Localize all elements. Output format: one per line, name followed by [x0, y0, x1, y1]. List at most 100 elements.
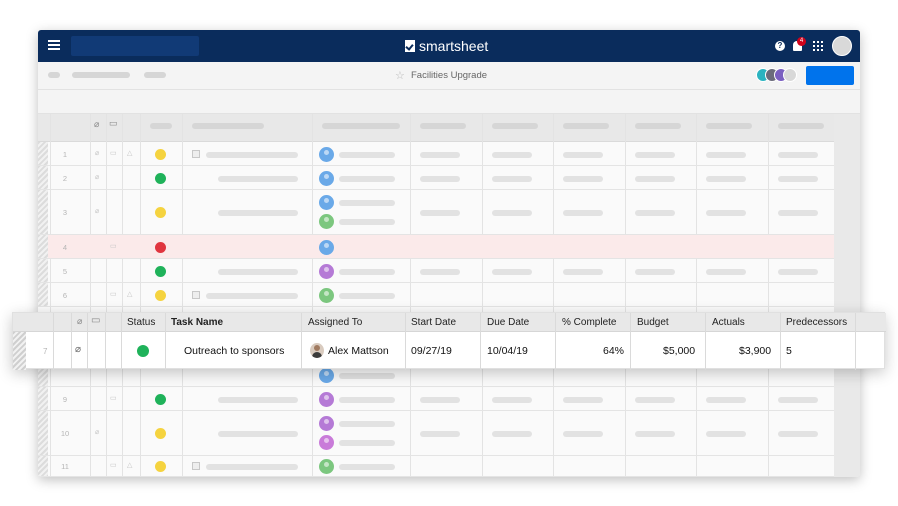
assignee-avatar: [319, 214, 334, 229]
column-header-start-date[interactable]: Start Date: [411, 317, 456, 328]
top-navigation-bar: smartsheet ? 4: [38, 30, 860, 62]
assignee-avatar: [319, 435, 334, 450]
budget-cell[interactable]: $5,000: [663, 345, 695, 357]
start-date-cell[interactable]: 09/27/19: [411, 345, 452, 357]
column-header-task-name[interactable]: Task Name: [171, 317, 223, 328]
table-row-selected[interactable]: 7 ⌀ Outreach to sponsors Alex Mattson 09…: [13, 332, 886, 370]
attachment-icon: ⌀: [95, 208, 100, 215]
row-drag-handle[interactable]: [38, 190, 48, 234]
assignee-avatar: [319, 147, 334, 162]
row-drag-handle[interactable]: [38, 387, 48, 410]
assigned-to-cell[interactable]: Alex Mattson: [328, 345, 389, 357]
toolbar-placeholder[interactable]: [48, 72, 60, 78]
highlighted-row-card: ⌀ ▭ Status Task Name Assigned To Start D…: [12, 312, 886, 370]
right-scroll-gutter[interactable]: [834, 114, 860, 477]
actuals-cell[interactable]: $3,900: [739, 345, 771, 357]
attachment-icon: ⌀: [94, 119, 100, 129]
predecessors-cell[interactable]: 5: [786, 345, 792, 357]
favorite-star-icon[interactable]: ☆: [395, 69, 405, 82]
status-dot[interactable]: [155, 173, 166, 184]
toolbar-placeholder[interactable]: [144, 72, 166, 78]
row-number: 2: [62, 174, 68, 183]
assignee-avatar: [319, 240, 334, 255]
row-drag-handle[interactable]: [38, 142, 48, 165]
table-row[interactable]: [38, 367, 834, 387]
attachment-icon: ⌀: [95, 174, 100, 181]
column-header-status[interactable]: Status: [127, 317, 155, 328]
column-header-placeholder[interactable]: [322, 123, 400, 129]
reminder-bell-icon: △: [127, 462, 133, 469]
attachment-icon[interactable]: ⌀: [75, 344, 81, 355]
table-row[interactable]: 3 ⌀: [38, 190, 834, 235]
search-box[interactable]: [71, 36, 199, 56]
collapse-toggle[interactable]: [192, 150, 200, 158]
smartsheet-logo-icon: [405, 40, 415, 52]
toolbar-placeholder[interactable]: [72, 72, 130, 78]
row-number: 7: [43, 347, 48, 356]
comment-icon: ▭: [110, 462, 117, 469]
status-dot[interactable]: [155, 461, 166, 472]
column-header-placeholder[interactable]: [192, 123, 264, 129]
expand-toggle[interactable]: [192, 291, 200, 299]
assignee-avatar: [319, 195, 334, 210]
due-date-cell[interactable]: 10/04/19: [487, 345, 528, 357]
reminder-bell-icon: △: [127, 291, 133, 298]
percent-complete-cell[interactable]: 64%: [603, 345, 624, 357]
column-header-budget[interactable]: Budget: [637, 317, 669, 328]
status-dot[interactable]: [155, 428, 166, 439]
sheet-name: Facilities Upgrade: [411, 70, 488, 81]
attachment-icon: ⌀: [77, 316, 83, 326]
comment-icon: ▭: [110, 395, 117, 402]
assignee-avatar: [319, 368, 334, 383]
table-row[interactable]: 5: [38, 259, 834, 283]
column-header-actuals[interactable]: Actuals: [712, 317, 745, 328]
table-row[interactable]: 11 ▭ △: [38, 456, 834, 477]
table-row[interactable]: 2 ⌀: [38, 166, 834, 190]
column-header-percent-complete[interactable]: % Complete: [562, 317, 616, 328]
grid-header: ⌀ ▭: [38, 114, 834, 142]
status-dot[interactable]: [155, 149, 166, 160]
row-drag-handle[interactable]: [38, 283, 48, 306]
help-icon[interactable]: ?: [775, 41, 785, 51]
table-row[interactable]: 10 ⌀: [38, 411, 834, 456]
status-dot[interactable]: [155, 394, 166, 405]
apps-grid-icon[interactable]: [813, 41, 823, 51]
assignee-avatar: [319, 288, 334, 303]
column-header-placeholder[interactable]: [563, 123, 609, 129]
user-avatar[interactable]: [832, 36, 852, 56]
row-drag-handle[interactable]: [38, 456, 48, 476]
row-drag-handle[interactable]: [38, 259, 48, 282]
row-drag-handle[interactable]: [38, 166, 48, 189]
row-drag-handle[interactable]: [38, 411, 48, 455]
row-number: 3: [62, 208, 68, 217]
column-header-placeholder[interactable]: [420, 123, 466, 129]
column-header-placeholder[interactable]: [492, 123, 538, 129]
column-header-due-date[interactable]: Due Date: [487, 317, 529, 328]
assignee-avatar: [319, 392, 334, 407]
share-button[interactable]: [806, 66, 854, 85]
status-dot[interactable]: [155, 242, 166, 253]
column-header-placeholder[interactable]: [778, 123, 824, 129]
table-row[interactable]: 9 ▭: [38, 387, 834, 411]
column-header-placeholder[interactable]: [706, 123, 752, 129]
row-number: 9: [62, 395, 68, 404]
column-header-predecessors[interactable]: Predecessors: [786, 317, 847, 328]
task-name-cell[interactable]: Outreach to sponsors: [184, 345, 284, 357]
status-dot[interactable]: [155, 207, 166, 218]
comment-icon: ▭: [110, 291, 117, 298]
expand-toggle[interactable]: [192, 462, 200, 470]
table-row[interactable]: 6 ▭ △: [38, 283, 834, 307]
table-row[interactable]: 1 ⌀ ▭ △: [38, 142, 834, 166]
column-header-placeholder[interactable]: [150, 123, 172, 129]
status-dot[interactable]: [155, 290, 166, 301]
status-dot[interactable]: [137, 345, 149, 357]
column-headers: ⌀ ▭ Status Task Name Assigned To Start D…: [13, 313, 886, 332]
reminder-bell-icon: △: [127, 150, 133, 157]
row-drag-handle[interactable]: [38, 235, 48, 258]
table-row[interactable]: 4 ▭: [38, 235, 834, 259]
column-header-placeholder[interactable]: [635, 123, 681, 129]
column-header-assigned-to[interactable]: Assigned To: [308, 317, 362, 328]
menu-icon[interactable]: [48, 40, 60, 50]
row-number: 11: [61, 462, 69, 471]
status-dot[interactable]: [155, 266, 166, 277]
